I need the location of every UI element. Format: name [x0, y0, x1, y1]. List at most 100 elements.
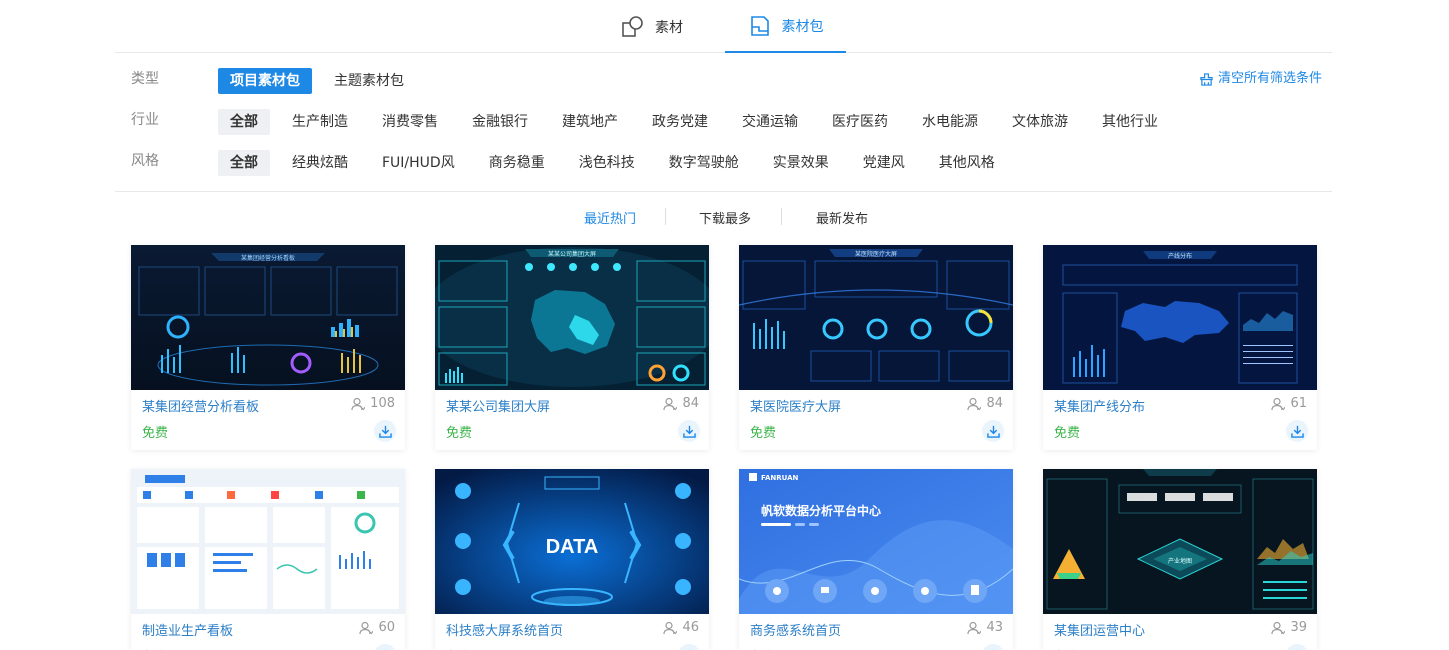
industry-option[interactable]: 生产制造 — [280, 109, 360, 135]
filter-label-style: 风格 — [131, 153, 159, 169]
industry-options: 全部 生产制造 消费零售 金融银行 建筑地产 政务党建 交通运输 医疗医药 水电… — [218, 109, 1170, 135]
download-button[interactable] — [374, 644, 396, 650]
industry-option[interactable]: 建筑地产 — [550, 109, 630, 135]
card-thumbnail: 产业地图 — [1043, 469, 1317, 614]
card-count-value: 43 — [986, 620, 1003, 635]
card-price: 免费 — [750, 426, 777, 441]
style-option[interactable]: 浅色科技 — [567, 150, 647, 176]
filter-label-type: 类型 — [131, 71, 159, 87]
card-count-value: 84 — [986, 396, 1003, 411]
thumb-brand: FANRUAN — [761, 474, 799, 482]
card-count-value: 84 — [682, 396, 699, 411]
type-option-theme[interactable]: 主题素材包 — [322, 68, 416, 94]
tab-material[interactable]: 素材 — [621, 0, 683, 53]
top-tabs: 素材 素材包 — [115, 0, 1332, 53]
card-thumbnail: 某集团经营分析看板 — [131, 245, 405, 390]
download-button[interactable] — [982, 420, 1004, 442]
card-price: 免费 — [446, 646, 472, 650]
user-icon — [663, 621, 678, 634]
filter-row-type: 类型 项目素材包 主题素材包 清空所有筛选条件 — [115, 68, 1332, 94]
package-card[interactable]: FANRUAN 帆软数据分析平台中心 商务感系统首页 43 免费 — [739, 469, 1013, 650]
download-icon — [1290, 425, 1304, 438]
user-icon — [359, 621, 374, 634]
package-card[interactable]: 某集团经营分析看板 某集团经营分析看板 108 免费 — [131, 245, 405, 450]
package-card[interactable]: 产线分布 某集团产线分布 61 免费 — [1043, 245, 1317, 450]
style-option[interactable]: 数字驾驶舱 — [657, 150, 751, 176]
package-card[interactable]: 制造业生产看板 60 免费 — [131, 469, 405, 650]
download-button[interactable] — [678, 644, 700, 650]
package-card[interactable]: 产业地图 某集团运营中心 39 免费 — [1043, 469, 1317, 650]
card-count: 84 — [663, 396, 699, 411]
sort-most-downloads[interactable]: 下载最多 — [699, 208, 751, 227]
card-price: 免费 — [1054, 646, 1080, 650]
user-icon — [1271, 397, 1286, 410]
card-title: 某集团经营分析看板 — [142, 400, 260, 415]
card-thumbnail — [131, 469, 405, 614]
industry-option[interactable]: 其他行业 — [1090, 109, 1170, 135]
card-count-value: 108 — [370, 396, 395, 411]
card-price: 免费 — [1054, 426, 1081, 441]
style-option[interactable]: 商务稳重 — [477, 150, 557, 176]
style-option[interactable]: 其他风格 — [927, 150, 1007, 176]
card-count-value: 39 — [1290, 620, 1307, 635]
package-icon — [748, 14, 772, 38]
download-button[interactable] — [982, 644, 1004, 650]
card-thumbnail: 某医院医疗大屏 — [739, 245, 1013, 390]
industry-option[interactable]: 交通运输 — [730, 109, 810, 135]
industry-option[interactable]: 全部 — [218, 109, 270, 135]
industry-option[interactable]: 水电能源 — [910, 109, 990, 135]
style-options: 全部 经典炫酷 FUI/HUD风 商务稳重 浅色科技 数字驾驶舱 实景效果 党建… — [218, 150, 1007, 176]
industry-option[interactable]: 消费零售 — [370, 109, 450, 135]
package-card[interactable]: 某某公司集团大屏 某某公司集团大屏 84 免费 — [435, 245, 709, 450]
tab-package[interactable]: 素材包 — [725, 0, 846, 53]
clear-filters-label: 清空所有筛选条件 — [1217, 71, 1322, 86]
download-button[interactable] — [374, 420, 396, 442]
thumb-title: 某某公司集团大屏 — [548, 250, 596, 258]
card-thumbnail: 某某公司集团大屏 — [435, 245, 709, 390]
card-title: 某集团运营中心 — [1054, 624, 1146, 639]
industry-option[interactable]: 金融银行 — [460, 109, 540, 135]
material-icon — [621, 15, 645, 39]
filter-label-industry: 行业 — [131, 112, 159, 128]
card-count: 108 — [351, 396, 395, 411]
style-option[interactable]: 党建风 — [851, 150, 917, 176]
card-title: 商务感系统首页 — [750, 624, 842, 639]
user-icon — [967, 621, 982, 634]
type-option-project[interactable]: 项目素材包 — [218, 68, 312, 94]
sort-recent-hot[interactable]: 最近热门 — [584, 208, 636, 227]
card-count: 46 — [663, 620, 699, 635]
industry-option[interactable]: 文体旅游 — [1000, 109, 1080, 135]
style-option[interactable]: FUI/HUD风 — [370, 150, 467, 176]
download-button[interactable] — [1286, 644, 1308, 650]
style-option[interactable]: 经典炫酷 — [280, 150, 360, 176]
card-title: 某某公司集团大屏 — [446, 400, 551, 415]
thumb-title: 某集团经营分析看板 — [241, 254, 295, 262]
thumb-title: 产业地图 — [1168, 557, 1192, 565]
tab-package-label: 素材包 — [781, 18, 824, 35]
user-icon — [351, 397, 366, 410]
sort-newest[interactable]: 最新发布 — [816, 208, 868, 227]
industry-option[interactable]: 政务党建 — [640, 109, 720, 135]
card-title: 某集团产线分布 — [1054, 400, 1146, 415]
sort-divider — [781, 208, 782, 225]
card-count: 60 — [359, 620, 395, 635]
user-icon — [967, 397, 982, 410]
card-thumbnail: DATA — [435, 469, 709, 614]
card-count: 84 — [967, 396, 1003, 411]
card-title: 科技感大屏系统首页 — [446, 624, 564, 639]
style-option[interactable]: 实景效果 — [761, 150, 841, 176]
style-option[interactable]: 全部 — [218, 150, 270, 176]
user-icon — [1271, 621, 1286, 634]
download-button[interactable] — [678, 420, 700, 442]
package-card[interactable]: 某医院医疗大屏 某医院医疗大屏 84 免费 — [739, 245, 1013, 450]
filter-row-industry: 行业 全部 生产制造 消费零售 金融银行 建筑地产 政务党建 交通运输 医疗医药… — [115, 109, 1332, 135]
clear-filters-button[interactable]: 清空所有筛选条件 — [1200, 68, 1322, 90]
card-title: 制造业生产看板 — [142, 624, 234, 639]
industry-option[interactable]: 医疗医药 — [820, 109, 900, 135]
filter-row-style: 风格 全部 经典炫酷 FUI/HUD风 商务稳重 浅色科技 数字驾驶舱 实景效果… — [115, 150, 1332, 176]
type-options: 项目素材包 主题素材包 — [218, 68, 416, 94]
thumb-title: 某医院医疗大屏 — [855, 250, 897, 258]
package-card[interactable]: DATA 科技感大屏系统首页 46 免费 — [435, 469, 709, 650]
card-count-value: 61 — [1290, 396, 1307, 411]
download-button[interactable] — [1286, 420, 1308, 442]
